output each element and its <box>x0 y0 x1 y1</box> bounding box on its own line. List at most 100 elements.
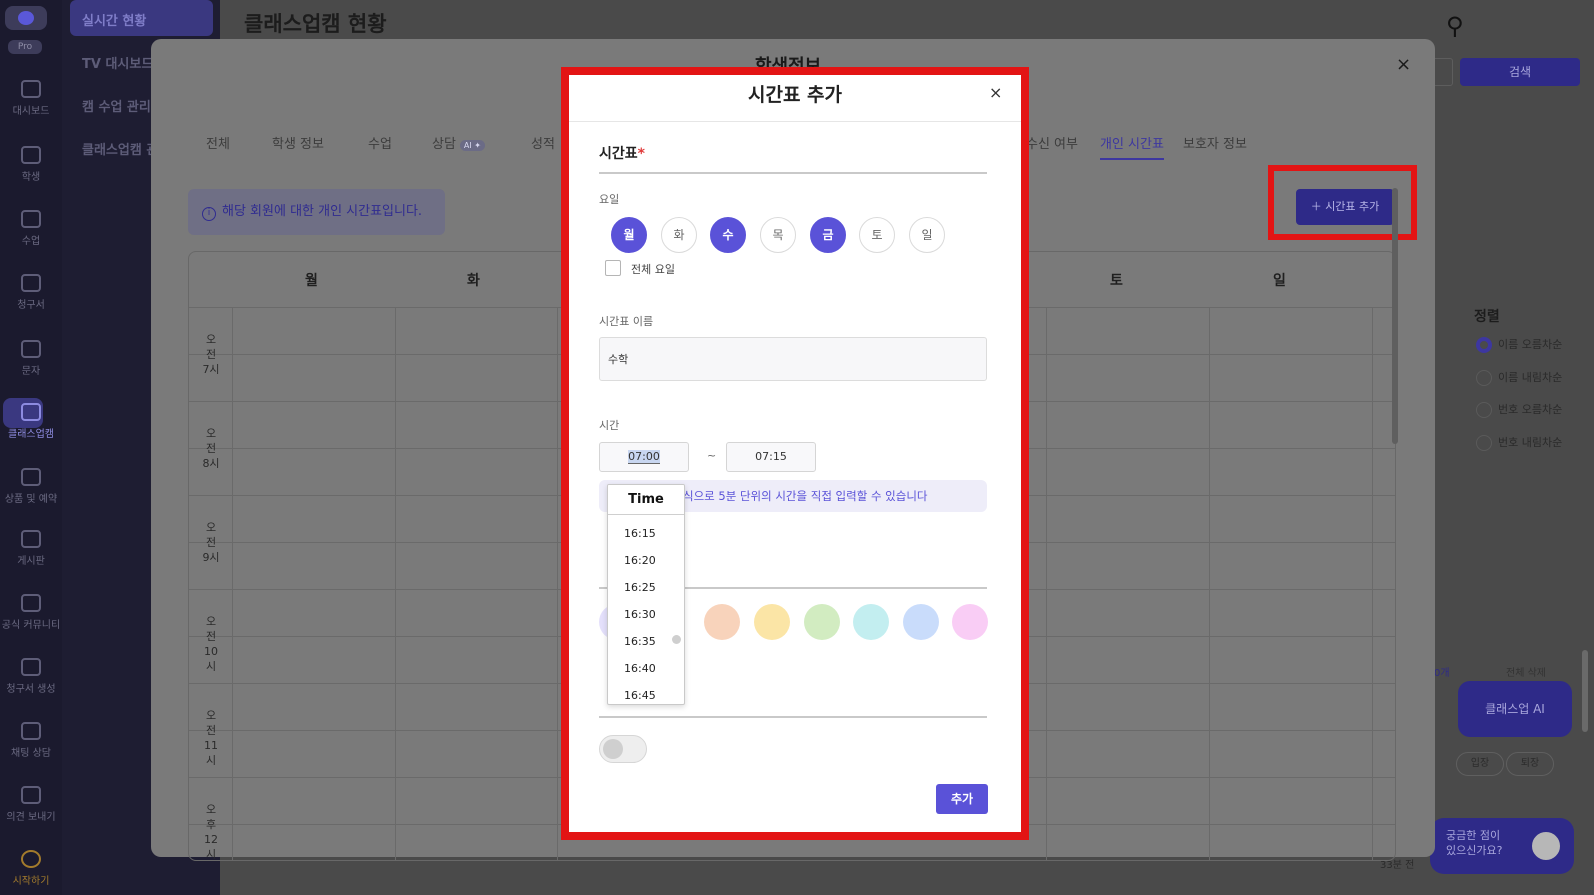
help-chat-button[interactable]: 궁금한 점이 있으신가요? <box>1430 818 1574 874</box>
close-icon[interactable]: × <box>989 83 1002 102</box>
day-button-sun[interactable]: 일 <box>909 217 945 253</box>
board-icon <box>21 530 41 548</box>
toggle-switch[interactable] <box>599 735 647 763</box>
calendar-scrollbar[interactable] <box>1392 188 1398 444</box>
start-time-input[interactable]: 07:00 <box>599 442 689 472</box>
tab-student-info[interactable]: 학생 정보 <box>272 133 324 152</box>
day-button-fri[interactable]: 금 <box>810 217 846 253</box>
time-option[interactable]: 16:35 <box>624 635 656 648</box>
sort-option-number-desc[interactable]: 번호 내림차순 <box>1476 434 1562 451</box>
sidebar-item-start[interactable]: 시작하기 <box>0 850 62 887</box>
tab-counsel[interactable]: 상담 AI ✦ <box>432 133 485 152</box>
dropdown-header: Time <box>608 485 684 515</box>
subnav-item-cam-class[interactable]: 캠 수업 관리 <box>82 96 151 115</box>
classup-ai-button[interactable]: 클래스업 AI <box>1458 681 1572 737</box>
community-icon <box>21 594 41 612</box>
tab-guardian[interactable]: 보호자 정보 <box>1183 133 1247 152</box>
dropdown-scrollbar[interactable] <box>672 635 681 644</box>
close-icon[interactable]: × <box>1396 54 1411 75</box>
enter-button[interactable]: 입장 <box>1456 752 1504 776</box>
tab-all[interactable]: 전체 <box>206 133 230 152</box>
tab-grades[interactable]: 성적 <box>531 133 555 152</box>
mail-icon <box>21 340 41 358</box>
delete-all-link[interactable]: 전체 삭제 <box>1506 664 1546 679</box>
grid-line <box>1209 308 1210 860</box>
radio-icon <box>1476 370 1492 386</box>
student-icon <box>21 146 41 164</box>
weekday-label: 요일 <box>599 193 620 206</box>
color-swatch[interactable] <box>804 604 840 640</box>
sort-option-name-desc[interactable]: 이름 내림차순 <box>1476 369 1562 386</box>
color-swatch[interactable] <box>754 604 790 640</box>
tab-personal-schedule[interactable]: 개인 시간표 <box>1100 133 1164 160</box>
time-option[interactable]: 16:15 <box>624 527 656 540</box>
sidebar-item-class[interactable]: 수업 <box>0 210 62 247</box>
tab-class[interactable]: 수업 <box>368 133 392 152</box>
sidebar-item-board[interactable]: 게시판 <box>0 530 62 567</box>
grid-line <box>1372 308 1373 860</box>
scrollbar[interactable] <box>1582 650 1588 732</box>
color-swatch[interactable] <box>853 604 889 640</box>
feedback-icon <box>21 786 41 804</box>
sidebar-item-invoice[interactable]: 청구서 <box>0 274 62 311</box>
pro-badge: Pro <box>8 40 42 54</box>
schedule-name-input[interactable]: 수학 <box>599 337 987 381</box>
all-days-checkbox[interactable] <box>605 260 621 276</box>
day-button-mon[interactable]: 월 <box>611 217 647 253</box>
section-title: 시간표* <box>599 146 645 162</box>
time-label: 오전 7시 <box>202 333 220 376</box>
leave-button[interactable]: 퇴장 <box>1506 752 1554 776</box>
search-icon[interactable]: ⚲ <box>1446 12 1464 40</box>
search-button[interactable]: 검색 <box>1460 58 1580 86</box>
sidebar-item-message[interactable]: 문자 <box>0 340 62 377</box>
day-button-wed[interactable]: 수 <box>710 217 746 253</box>
time-label: 시간 <box>599 419 620 432</box>
divider <box>599 716 987 718</box>
color-swatch[interactable] <box>952 604 988 640</box>
end-time-input[interactable]: 07:15 <box>726 442 816 472</box>
sort-title: 정렬 <box>1474 309 1500 325</box>
sidebar-item-products[interactable]: 상품 및 예약 <box>0 468 62 505</box>
time-option[interactable]: 16:40 <box>624 662 656 675</box>
all-days-label: 전체 요일 <box>631 263 675 276</box>
sidebar-item-student[interactable]: 학생 <box>0 146 62 183</box>
sidebar-item-dashboard[interactable]: 대시보드 <box>0 80 62 117</box>
time-label: 오전 10시 <box>204 615 218 673</box>
submit-add-button[interactable]: 추가 <box>936 784 988 814</box>
color-swatch[interactable] <box>704 604 740 640</box>
color-swatch[interactable] <box>903 604 939 640</box>
grid-line <box>395 308 396 860</box>
start-icon <box>21 850 41 868</box>
radio-icon <box>1476 337 1492 353</box>
sort-option-name-asc[interactable]: 이름 오름차순 <box>1476 336 1562 353</box>
sidebar-item-chat[interactable]: 채팅 상담 <box>0 722 62 759</box>
add-schedule-modal: 시간표 추가 × 시간표* 요일 월 화 수 목 금 토 일 전체 요일 시간표… <box>569 75 1021 832</box>
sidebar-item-feedback[interactable]: 의견 보내기 <box>0 786 62 823</box>
sort-option-number-asc[interactable]: 번호 오름차순 <box>1476 401 1562 418</box>
sidebar-item-community[interactable]: 공식 커뮤니티 <box>0 594 62 631</box>
subnav-item-cam-manage[interactable]: 클래스업캠 관 <box>82 139 158 158</box>
day-header-tue: 화 <box>467 273 480 289</box>
time-option[interactable]: 16:45 <box>624 689 656 702</box>
time-option[interactable]: 16:25 <box>624 581 656 594</box>
time-option[interactable]: 16:20 <box>624 554 656 567</box>
tab-receive[interactable]: 수신 여부 <box>1026 133 1078 152</box>
day-button-thu[interactable]: 목 <box>760 217 796 253</box>
subnav-item-realtime[interactable]: 실시간 현황 <box>82 10 146 29</box>
divider <box>599 172 987 174</box>
app-logo[interactable] <box>5 6 47 30</box>
time-dropdown: Time 16:15 16:20 16:25 16:30 16:35 16:40… <box>607 484 685 705</box>
count-label: 0개 <box>1434 668 1450 679</box>
day-button-tue[interactable]: 화 <box>661 217 697 253</box>
bolt-icon <box>21 658 41 676</box>
subnav-item-tv-dashboard[interactable]: TV 대시보드 <box>82 53 153 72</box>
sidebar-item-classupcam[interactable]: 클래스업캠 <box>0 403 62 440</box>
info-icon: i <box>202 207 216 221</box>
time-option[interactable]: 16:30 <box>624 608 656 621</box>
ai-badge: AI ✦ <box>459 140 485 151</box>
won-icon <box>21 274 41 292</box>
time-label: 오전 11시 <box>204 709 218 767</box>
day-header-mon: 월 <box>305 273 318 289</box>
sidebar-item-invoice-create[interactable]: 청구서 생성 <box>0 658 62 695</box>
day-button-sat[interactable]: 토 <box>859 217 895 253</box>
